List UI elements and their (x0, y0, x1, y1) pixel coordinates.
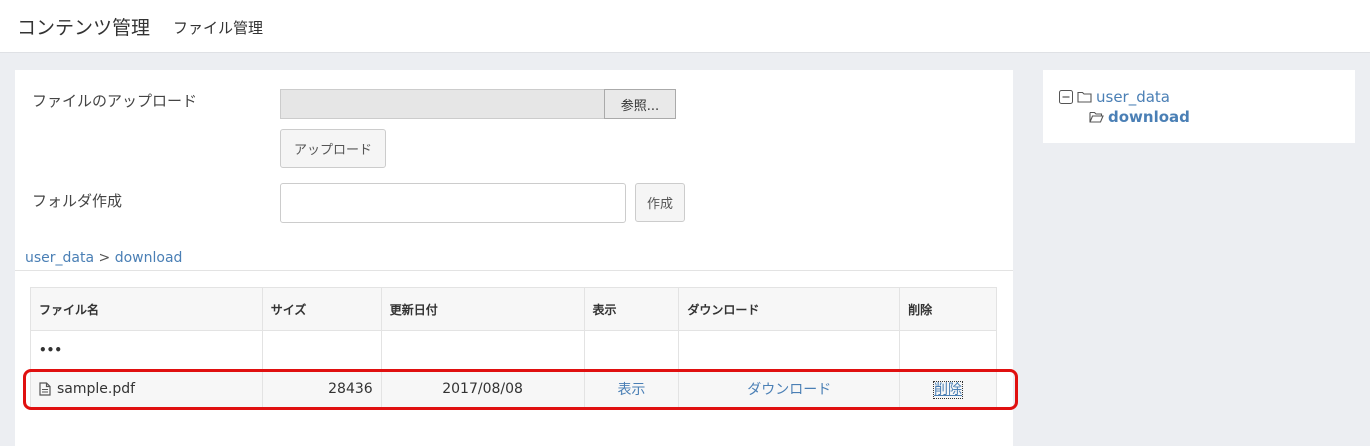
file-name: sample.pdf (57, 381, 136, 397)
top-header: コンテンツ管理 ファイル管理 (0, 0, 1370, 53)
table-header-row: ファイル名 サイズ 更新日付 表示 ダウンロード 削除 (30, 287, 997, 331)
file-name-cell: sample.pdf (30, 369, 263, 409)
file-size: 28436 (261, 369, 382, 409)
folder-name-input[interactable] (280, 183, 626, 223)
view-link[interactable]: 表示 (617, 382, 645, 398)
tree-root-item[interactable]: user_data (1059, 88, 1170, 106)
folder-open-icon (1089, 111, 1104, 123)
header-download: ダウンロード (678, 287, 901, 331)
file-manager-panel: ファイルのアップロード 参照... アップロード フォルダ作成 作成 user_… (15, 70, 1013, 446)
download-link[interactable]: ダウンロード (747, 382, 831, 398)
tree-root-label[interactable]: user_data (1096, 88, 1170, 106)
folder-icon (1077, 91, 1092, 103)
folder-tree-panel: user_data download (1043, 70, 1355, 143)
file-table: ファイル名 サイズ 更新日付 表示 ダウンロード 削除 ••• sample.p… (30, 287, 997, 409)
upload-label: ファイルのアップロード (32, 92, 198, 110)
breadcrumb-separator: > (98, 250, 111, 266)
page-title: コンテンツ管理 (17, 17, 151, 39)
header-view: 表示 (583, 287, 680, 331)
breadcrumb-current-link[interactable]: download (115, 250, 183, 266)
table-row: sample.pdf 28436 2017/08/08 表示 ダウンロード 削除 (30, 369, 997, 409)
file-date: 2017/08/08 (380, 369, 585, 409)
parent-dir-row[interactable]: ••• (30, 330, 997, 370)
breadcrumb: user_data > download (25, 250, 182, 266)
delete-link[interactable]: 削除 (933, 381, 964, 399)
breadcrumb-root-link[interactable]: user_data (25, 250, 94, 266)
page-subtitle: ファイル管理 (173, 19, 264, 37)
parent-dir-link[interactable]: ••• (30, 330, 263, 370)
create-folder-label: フォルダ作成 (32, 192, 123, 210)
divider (15, 270, 1013, 271)
header-file-name: ファイル名 (30, 287, 263, 331)
header-delete: 削除 (899, 287, 997, 331)
header-date: 更新日付 (380, 287, 585, 331)
file-icon (39, 382, 51, 396)
tree-child-item[interactable]: download (1089, 108, 1190, 126)
upload-button[interactable]: アップロード (280, 129, 386, 168)
collapse-icon[interactable] (1059, 90, 1073, 104)
file-input-field[interactable] (280, 89, 605, 119)
tree-child-label[interactable]: download (1108, 108, 1190, 126)
create-folder-button[interactable]: 作成 (635, 183, 685, 222)
browse-button[interactable]: 参照... (604, 89, 676, 119)
header-size: サイズ (261, 287, 382, 331)
